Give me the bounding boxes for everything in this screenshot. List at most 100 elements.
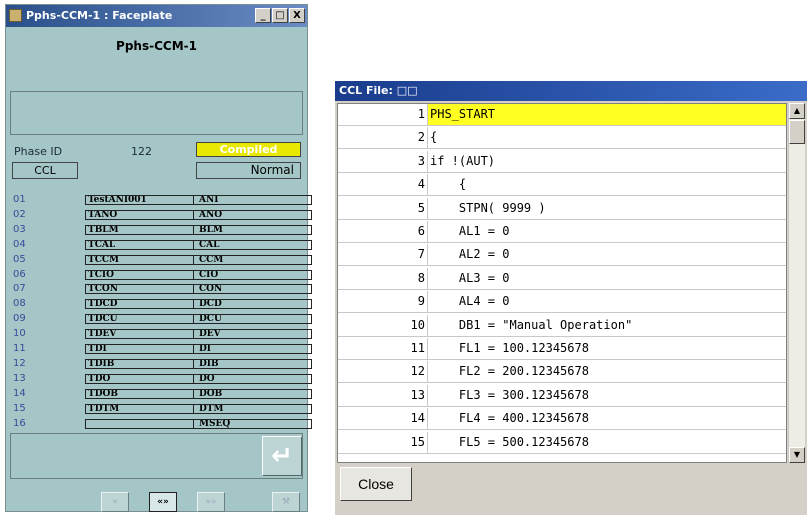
minimize-button[interactable]: _: [255, 8, 271, 23]
parameter-tag[interactable]: TCAL: [85, 239, 193, 250]
line-number: 1: [338, 104, 428, 125]
ccl-file-window: CCL File: □□ 1 PHS_START 2{3 if !(AUT) 4 {5 …: [335, 81, 807, 515]
scroll-thumb[interactable]: [789, 120, 805, 144]
parameter-row: 07 TCON CON: [6, 284, 312, 295]
parameter-tag[interactable]: TANO: [85, 209, 193, 220]
row-number: 16: [13, 417, 26, 429]
faceplate-window-title: Pphs-CCM-1 : Faceplate: [26, 9, 173, 22]
code-text: {: [430, 130, 438, 145]
enter-arrow-icon[interactable]: ↵: [262, 436, 302, 476]
parameter-row: 12 TDIB DIB: [6, 358, 312, 369]
maximize-button[interactable]: □: [272, 8, 288, 23]
code-text: AL2 = 0: [430, 247, 510, 262]
parameter-row: 16 MSEQ: [6, 417, 312, 429]
vertical-scrollbar[interactable]: ▲ ▼: [788, 103, 805, 463]
parameter-tag[interactable]: TCIO: [85, 269, 193, 280]
row-number: 10: [13, 328, 26, 340]
row-number: 14: [13, 387, 26, 399]
parameter-tag[interactable]: [85, 418, 193, 429]
row-number: 06: [13, 268, 26, 280]
parameter-row: 04 TCAL CAL: [6, 239, 312, 250]
code-line[interactable]: 4 {: [338, 174, 786, 197]
parameter-type: BLM: [193, 224, 312, 235]
row-number: 03: [13, 223, 26, 235]
row-number: 09: [13, 313, 26, 325]
line-number: 12: [338, 361, 428, 383]
parameter-tag[interactable]: TCCM: [85, 254, 193, 265]
parameter-type: MSEQ: [193, 418, 312, 429]
page-toggle-button[interactable]: «»: [149, 492, 177, 512]
parameter-row: 09 TDCU DCU: [6, 313, 312, 325]
parameter-tag[interactable]: TDCU: [85, 314, 193, 325]
code-text: AL3 = 0: [430, 270, 510, 285]
row-number: 01: [13, 194, 26, 205]
ccl-window-title: CCL File: □□: [339, 84, 418, 97]
parameter-row: 11 TDI DI: [6, 344, 312, 354]
code-line[interactable]: 1 PHS_START: [338, 104, 786, 126]
message-area: [10, 91, 303, 135]
line-number: 4: [338, 174, 428, 196]
tool-button[interactable]: ⚒: [272, 492, 300, 512]
close-button[interactable]: Close: [340, 467, 412, 501]
next-page-button[interactable]: »»: [197, 492, 225, 512]
parameter-type: DO: [193, 373, 312, 384]
faceplate-title-bar[interactable]: Pphs-CCM-1 : Faceplate _ □ X: [6, 5, 307, 27]
code-text: {: [430, 177, 467, 192]
code-line[interactable]: 8 AL3 = 0: [338, 267, 786, 290]
phase-id-label: Phase ID: [14, 145, 63, 158]
parameter-tag[interactable]: TCON: [85, 284, 193, 295]
code-line[interactable]: 14 FL4 = 400.12345678: [338, 408, 786, 431]
code-text: FL5 = 500.12345678: [430, 434, 589, 449]
code-line[interactable]: 6 AL1 = 0: [338, 221, 786, 243]
parameter-type: DIB: [193, 358, 312, 369]
code-text: PHS_START: [428, 104, 786, 125]
parameter-row: 01 TestANI001 ANI: [6, 194, 312, 205]
parameter-tag[interactable]: TDOB: [85, 388, 193, 399]
parameter-tag[interactable]: TBLM: [85, 224, 193, 235]
code-line[interactable]: 13 FL3 = 300.12345678: [338, 384, 786, 407]
parameter-type: DTM: [193, 403, 312, 414]
row-number: 15: [13, 402, 26, 414]
scroll-down-icon[interactable]: ▼: [789, 447, 805, 463]
code-listing[interactable]: 1 PHS_START 2{3 if !(AUT) 4 {5 STPN( 9999 ) 6…: [337, 103, 787, 463]
line-number: 15: [338, 431, 428, 453]
prev-page-button[interactable]: «: [101, 492, 129, 512]
line-number: 7: [338, 244, 428, 266]
parameter-tag[interactable]: TDTM: [85, 403, 193, 414]
code-text: AL1 = 0: [430, 224, 510, 238]
faceplate-window: Pphs-CCM-1 : Faceplate _ □ X Pphs-CCM-1 …: [5, 4, 312, 512]
parameter-row: 13 TDO DO: [6, 373, 312, 384]
parameter-tag[interactable]: TDEV: [85, 329, 193, 340]
parameter-row: 15 TDTM DTM: [6, 402, 312, 414]
parameter-tag[interactable]: TestANI001: [85, 195, 193, 205]
parameter-tag[interactable]: TDCD: [85, 299, 193, 310]
parameter-tag[interactable]: TDO: [85, 373, 193, 384]
scroll-up-icon[interactable]: ▲: [789, 103, 805, 119]
parameter-row: 05 TCCM CCM: [6, 254, 312, 265]
parameter-type: DCU: [193, 314, 312, 325]
parameter-type: DI: [193, 344, 312, 354]
code-line[interactable]: 10 DB1 = "Manual Operation": [338, 314, 786, 337]
parameter-tag[interactable]: TDI: [85, 344, 193, 354]
code-line[interactable]: 7 AL2 = 0: [338, 244, 786, 267]
code-line[interactable]: 3 if !(AUT): [338, 150, 786, 173]
code-line[interactable]: 9 AL4 = 0: [338, 291, 786, 314]
line-number: 10: [338, 314, 428, 336]
code-line[interactable]: 12 FL2 = 200.12345678: [338, 361, 786, 384]
parameter-type: DOB: [193, 388, 312, 399]
line-number: 2: [338, 127, 428, 149]
code-line[interactable]: 5 STPN( 9999 ): [338, 197, 786, 220]
row-number: 08: [13, 298, 26, 310]
code-text: FL4 = 400.12345678: [430, 411, 589, 426]
parameter-tag[interactable]: TDIB: [85, 358, 193, 369]
parameter-type: CAL: [193, 239, 312, 250]
code-text: FL1 = 100.12345678: [430, 341, 589, 355]
ccl-title-bar[interactable]: CCL File: □□: [335, 81, 807, 101]
close-window-button[interactable]: X: [289, 8, 305, 23]
code-line[interactable]: 2{: [338, 127, 786, 150]
code-line[interactable]: 11 FL1 = 100.12345678: [338, 338, 786, 360]
code-line[interactable]: 15 FL5 = 500.12345678: [338, 431, 786, 454]
parameter-row: 06 TCIO CIO: [6, 268, 312, 280]
ccl-button[interactable]: CCL: [12, 162, 78, 179]
code-text: AL4 = 0: [430, 294, 510, 309]
